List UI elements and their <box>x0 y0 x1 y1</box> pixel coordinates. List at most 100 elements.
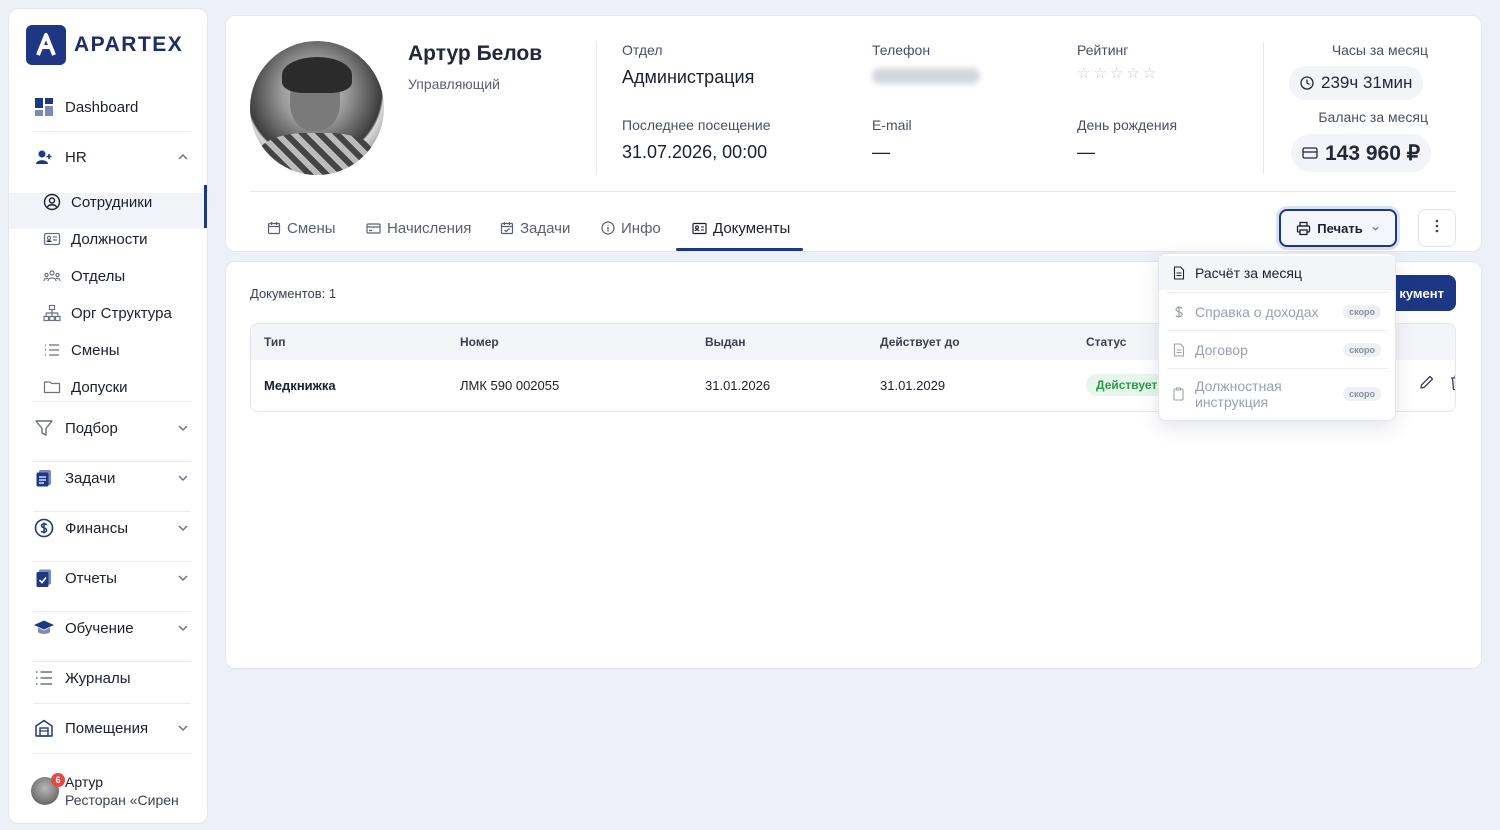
tab-label: Начисления <box>387 219 472 237</box>
team-icon <box>41 265 63 287</box>
wallet-card-icon <box>1302 146 1318 160</box>
edit-icon[interactable] <box>1419 374 1435 396</box>
nav-premises[interactable]: Помещения <box>33 710 193 746</box>
sub-label: Допуски <box>71 378 128 396</box>
photo-hair <box>282 57 352 93</box>
document-icon <box>1173 343 1187 357</box>
tab-label: Смены <box>287 219 336 237</box>
tab-label: Документы <box>713 219 791 237</box>
star-icon: ☆ <box>1109 65 1124 82</box>
nav-label: Обучение <box>65 619 134 637</box>
menu-item-label: Справка о доходах <box>1195 304 1319 320</box>
print-button[interactable]: Печать <box>1279 209 1397 247</box>
sub-label: Отделы <box>71 267 126 285</box>
documents-count: Документов: 1 <box>250 286 337 301</box>
document-issued: 31.01.2026 <box>705 378 771 393</box>
divider <box>1167 330 1389 331</box>
divider <box>33 401 191 402</box>
hours-value-pill: 239ч 31мин <box>1289 66 1424 100</box>
soon-badge: скоро <box>1343 305 1381 319</box>
department-value: Администрация <box>622 67 755 87</box>
tab-info[interactable]: Инфо <box>601 210 661 246</box>
soon-badge: скоро <box>1343 343 1381 357</box>
employee-role: Управляющий <box>408 76 500 92</box>
tab-documents[interactable]: Документы <box>692 210 790 246</box>
trash-icon[interactable] <box>1449 374 1455 396</box>
sidebar: APARTEX Dashboard HR Сотрудники Должност… <box>8 8 208 824</box>
menu-item-label: Договор <box>1195 342 1248 358</box>
hours-label: Часы за месяц <box>1331 42 1428 58</box>
tab-tasks[interactable]: Задачи <box>500 210 570 246</box>
nav-label: HR <box>65 148 87 166</box>
column-header-status: Статус <box>1086 335 1127 349</box>
sidebar-item-employees[interactable]: Сотрудники <box>41 187 201 217</box>
column-header-number: Номер <box>460 335 499 349</box>
print-label: Печать <box>1317 220 1363 236</box>
nav-label: Dashboard <box>65 98 139 116</box>
folder-icon <box>41 376 63 398</box>
sidebar-item-positions[interactable]: Должности <box>41 224 201 254</box>
star-icon: ☆ <box>1126 65 1140 82</box>
nav-training[interactable]: Обучение <box>33 610 193 646</box>
balance-value: 143 960 ₽ <box>1325 141 1421 165</box>
nav-hr[interactable]: HR <box>33 139 193 175</box>
calendar-check-icon <box>500 221 514 235</box>
photo-shirt <box>256 133 378 175</box>
list-icon <box>33 667 55 689</box>
phone-label: Телефон <box>872 42 931 58</box>
employee-name: Артур Белов <box>408 42 543 65</box>
user-circle-icon <box>41 191 63 213</box>
menu-item-income-certificate[interactable]: Справка о доходах скоро <box>1159 294 1395 330</box>
menu-item-monthly-calculation[interactable]: Расчёт за месяц <box>1159 256 1395 290</box>
divider <box>33 703 191 704</box>
divider <box>1167 292 1389 293</box>
nav-recruiting[interactable]: Подбор <box>33 410 193 446</box>
sidebar-item-permits[interactable]: Допуски <box>41 372 201 402</box>
divider <box>1167 368 1389 369</box>
document-id-icon <box>692 222 707 235</box>
menu-item-job-description[interactable]: Должностная инструкция скоро <box>1159 370 1395 418</box>
nav-tasks[interactable]: Задачи <box>33 460 193 496</box>
nav-dashboard[interactable]: Dashboard <box>33 89 193 125</box>
building-icon <box>33 717 55 739</box>
menu-item-contract[interactable]: Договор скоро <box>1159 332 1395 368</box>
document-type: Медкнижка <box>264 378 336 393</box>
document-number: ЛМК 590 002055 <box>460 378 560 393</box>
nav-reports[interactable]: Отчеты <box>33 560 193 596</box>
nav-finance[interactable]: Финансы <box>33 510 193 546</box>
current-user[interactable]: 6 Артур Ресторан «Сирен <box>31 773 185 809</box>
tab-accruals[interactable]: Начисления <box>366 210 471 246</box>
id-card-icon <box>41 228 63 250</box>
phone-value-hidden <box>872 68 980 84</box>
active-tab-indicator <box>676 248 803 251</box>
divider <box>1263 42 1264 174</box>
more-options-button[interactable] <box>1418 209 1456 247</box>
calendar-icon <box>267 221 281 235</box>
divider <box>33 753 191 754</box>
tab-shifts[interactable]: Смены <box>267 210 336 246</box>
status-badge: Действует <box>1086 374 1168 396</box>
nav-journals[interactable]: Журналы <box>33 660 193 696</box>
star-icon: ☆ <box>1077 65 1091 82</box>
sub-label: Орг Структура <box>71 304 172 322</box>
employee-profile-card: Артур Белов Управляющий Отдел Администра… <box>225 15 1482 252</box>
document-icon <box>1173 266 1187 280</box>
sidebar-item-departments[interactable]: Отделы <box>41 261 201 291</box>
app-logo[interactable]: APARTEX <box>26 25 183 65</box>
logo-mark-icon <box>26 25 66 65</box>
tasks-icon <box>33 467 55 489</box>
sidebar-item-org-structure[interactable]: Орг Структура <box>41 298 201 328</box>
last-visit-label: Последнее посещение <box>622 117 771 133</box>
dollar-icon <box>1173 305 1187 319</box>
rating-label: Рейтинг <box>1077 42 1129 58</box>
user-info: Артур Ресторан «Сирен <box>65 773 185 809</box>
chevron-down-icon <box>177 421 189 438</box>
soon-badge: скоро <box>1343 387 1381 401</box>
menu-item-label: Расчёт за месяц <box>1195 265 1302 281</box>
nav-label: Финансы <box>65 519 128 537</box>
nav-label: Журналы <box>65 669 131 687</box>
row-actions <box>1419 374 1455 396</box>
balance-label: Баланс за месяц <box>1318 109 1428 125</box>
star-icon: ☆ <box>1093 65 1107 82</box>
sidebar-item-shifts[interactable]: Смены <box>41 335 201 365</box>
